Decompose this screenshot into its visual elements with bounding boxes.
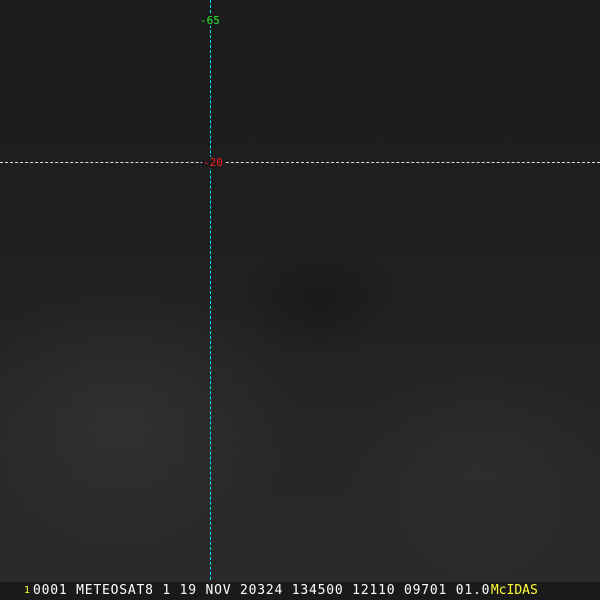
satellite-image: -65 -20 1 0001 METEOSAT8 1 19 NOV 20324 … [0,0,600,600]
latitude-label: -20 [202,156,224,169]
info-bar: 1 0001 METEOSAT8 1 19 NOV 20324 134500 1… [0,582,600,600]
longitude-gridline [210,0,211,600]
image-metadata: 0001 METEOSAT8 1 19 NOV 20324 134500 121… [33,583,499,598]
mcidas-brand: McIDAS [490,582,538,600]
latitude-gridline [0,162,600,163]
frame-number: 1 [24,585,31,596]
longitude-label: -65 [199,14,221,27]
imagery-area: -65 -20 [0,0,600,600]
